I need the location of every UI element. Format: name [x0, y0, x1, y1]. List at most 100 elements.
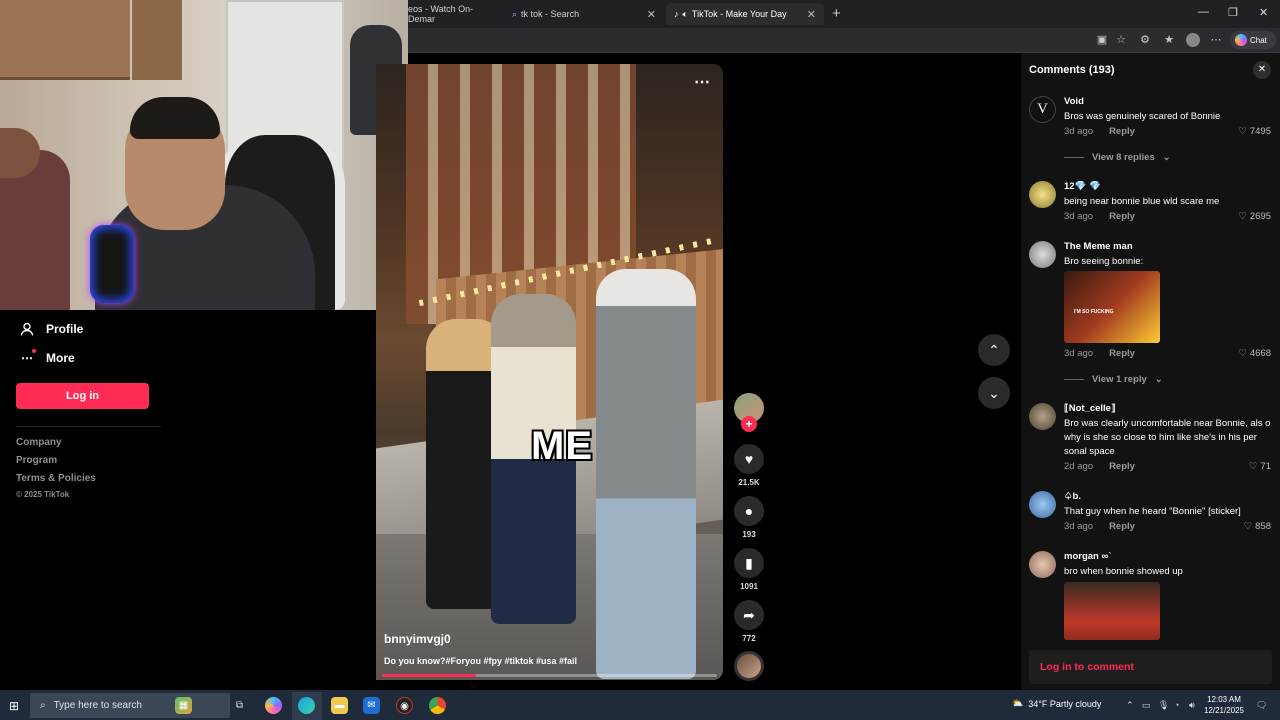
- video-player[interactable]: ME ⋯ bnnyimvgj0 Do you know?#Foryou #fpy…: [376, 64, 723, 680]
- microphone-icon[interactable]: 🎙︎: [1158, 700, 1169, 711]
- copilot-icon: [1235, 34, 1247, 46]
- footer-link-company[interactable]: Company: [16, 437, 62, 448]
- avatar[interactable]: [1029, 403, 1056, 430]
- tab-tiktok[interactable]: ♪ 🔈︎ TikTok - Make Your Day ✕: [666, 3, 824, 25]
- comment-username[interactable]: ♤b.: [1064, 491, 1081, 502]
- speaker-icon[interactable]: 🔈︎: [683, 9, 688, 20]
- close-icon[interactable]: ✕: [1253, 61, 1271, 79]
- video-progress-fill: [382, 674, 476, 677]
- weather-widget[interactable]: ⛅ 34°F Partly cloudy: [1012, 698, 1101, 709]
- extensions-icon[interactable]: ⚙: [1138, 33, 1152, 47]
- like-count: 21.5K: [738, 478, 760, 487]
- reply-button[interactable]: Reply: [1109, 126, 1135, 137]
- sidebar-item-profile[interactable]: Profile: [20, 322, 83, 336]
- avatar[interactable]: V: [1029, 96, 1056, 123]
- webcam-overlay: [0, 0, 408, 310]
- view-replies-button[interactable]: View 8 replies ⌄: [1064, 152, 1171, 163]
- chevron-up-icon: ⌃: [988, 341, 1000, 358]
- profile-avatar-icon[interactable]: [1186, 33, 1200, 47]
- view-replies-button[interactable]: View 1 reply ⌄: [1064, 374, 1163, 385]
- comment-like-count: 71: [1260, 461, 1271, 472]
- music-disc-icon[interactable]: [734, 651, 764, 681]
- save-button[interactable]: ▮ 1091: [734, 548, 764, 591]
- outlook-icon[interactable]: ✉: [363, 697, 380, 714]
- minimize-icon[interactable]: —: [1198, 6, 1209, 18]
- close-window-icon[interactable]: ✕: [1259, 6, 1268, 19]
- wifi-icon[interactable]: ◔: [1174, 700, 1179, 710]
- login-button[interactable]: Log in: [16, 383, 149, 409]
- comment-username[interactable]: morgan ∞ˋ: [1064, 551, 1111, 562]
- task-view-icon[interactable]: ⧉: [231, 697, 248, 714]
- comment-like-button[interactable]: ♡ 7495: [1238, 126, 1271, 137]
- comment-username[interactable]: The Meme man: [1064, 241, 1133, 252]
- favorite-icon[interactable]: ☆: [1114, 33, 1128, 47]
- kitchen-shelf: [132, 0, 182, 80]
- taskbar-search-box[interactable]: ⌕ Type here to search: [30, 693, 230, 718]
- search-icon: ⌕: [512, 8, 518, 19]
- comment-username[interactable]: 12💎 💎: [1064, 181, 1101, 192]
- notifications-icon[interactable]: 🗨︎: [1256, 700, 1267, 711]
- chrome-icon[interactable]: [429, 697, 446, 714]
- footer-link-program[interactable]: Program: [16, 455, 57, 466]
- previous-video-button[interactable]: ⌃: [978, 334, 1010, 366]
- comment-like-button[interactable]: ♡ 858: [1244, 521, 1271, 532]
- comment-meme-image[interactable]: [1064, 582, 1160, 640]
- obs-icon[interactable]: ◉: [396, 697, 413, 714]
- reply-button[interactable]: Reply: [1109, 348, 1135, 359]
- comment-like-button[interactable]: ♡ 2695: [1238, 211, 1271, 222]
- comment-username[interactable]: Void: [1064, 96, 1084, 107]
- show-hidden-icons-icon[interactable]: ⌃: [1126, 700, 1134, 711]
- copilot-chat-button[interactable]: Chat: [1230, 31, 1276, 49]
- avatar[interactable]: [1029, 491, 1056, 518]
- next-video-button[interactable]: ⌄: [978, 377, 1010, 409]
- tab-watch-on-demand[interactable]: eos - Watch On-Demar: [400, 3, 500, 25]
- comment-item: V Void Bros was genuinely scared of Bonn…: [1029, 96, 1275, 146]
- avatar[interactable]: [1029, 551, 1056, 578]
- favorites-list-icon[interactable]: ★: [1162, 33, 1176, 47]
- comment-item: ⟦Not_celle⟧ Bro was clearly uncomfortabl…: [1029, 403, 1275, 473]
- copilot-taskbar-icon[interactable]: [265, 697, 282, 714]
- search-placeholder: Type here to search: [53, 700, 142, 711]
- edge-browser-icon[interactable]: [298, 697, 315, 714]
- tiktok-icon: ♪: [674, 9, 679, 19]
- follow-plus-icon[interactable]: +: [741, 416, 757, 432]
- tab-label: TikTok - Make Your Day: [691, 9, 787, 19]
- reply-button[interactable]: Reply: [1109, 461, 1135, 472]
- tab-search[interactable]: ⌕ tk tok - Search ✕: [504, 3, 664, 25]
- comment-time: 3d ago: [1064, 521, 1094, 532]
- footer-link-terms[interactable]: Terms & Policies: [16, 473, 96, 484]
- partly-cloudy-icon: ⛅: [1012, 698, 1024, 708]
- restore-icon[interactable]: ❐: [1228, 6, 1238, 19]
- more-menu-icon[interactable]: ⋯: [1209, 33, 1223, 47]
- windows-start-icon[interactable]: ⊞: [9, 699, 19, 713]
- comment-like-button[interactable]: ♡ 71: [1249, 461, 1271, 472]
- login-to-comment-link[interactable]: Log in to comment: [1040, 661, 1134, 673]
- kitchen-cabinet: [0, 0, 130, 80]
- network-device-icon[interactable]: ▭: [1142, 700, 1151, 711]
- close-tab-icon[interactable]: ✕: [807, 8, 816, 21]
- comment-like-button[interactable]: ♡ 4668: [1238, 348, 1271, 359]
- comment-meta: 3d ago Reply: [1064, 348, 1135, 359]
- reply-button[interactable]: Reply: [1109, 521, 1135, 532]
- volume-icon[interactable]: 🔊︎: [1189, 700, 1195, 711]
- split-screen-icon[interactable]: ▣: [1095, 33, 1109, 47]
- avatar[interactable]: [1029, 241, 1056, 268]
- video-username[interactable]: bnnyimvgj0: [384, 632, 451, 646]
- video-more-icon[interactable]: ⋯: [694, 72, 710, 92]
- comment-button[interactable]: ● 193: [734, 496, 764, 539]
- comment-time: 3d ago: [1064, 348, 1094, 359]
- avatar[interactable]: [1029, 181, 1056, 208]
- comment-username[interactable]: ⟦Not_celle⟧: [1064, 403, 1116, 414]
- like-button[interactable]: ♥ 21.5K: [734, 444, 764, 487]
- heart-outline-icon: ♡: [1248, 461, 1258, 472]
- reply-button[interactable]: Reply: [1109, 211, 1135, 222]
- share-button[interactable]: ➦ 772: [734, 600, 764, 643]
- system-clock[interactable]: 12:03 AM 12/21/2025: [1196, 694, 1252, 716]
- comment-meme-image[interactable]: I'M SO FUCKING: [1064, 271, 1160, 343]
- video-progress-bar[interactable]: [382, 674, 717, 677]
- file-explorer-icon[interactable]: ▬: [331, 697, 348, 714]
- gift-widget-icon[interactable]: ▦: [175, 697, 192, 714]
- close-tab-icon[interactable]: ✕: [647, 8, 656, 21]
- new-tab-button[interactable]: +: [832, 5, 841, 22]
- sidebar-item-more[interactable]: ⋯ More: [20, 349, 75, 365]
